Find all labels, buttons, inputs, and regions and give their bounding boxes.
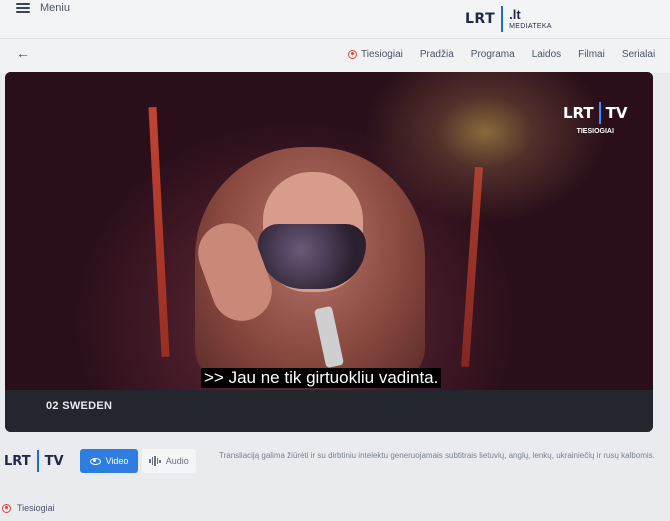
channel-logo: LRT TV TIESIOGIAI	[563, 102, 628, 135]
logo-sub: MEDIATEKA	[509, 23, 552, 30]
nav-item-filmai[interactable]: Filmai	[578, 49, 605, 60]
live-dot-icon	[348, 49, 357, 59]
stage-light	[461, 166, 483, 368]
arrow-left-icon[interactable]: ←	[16, 45, 30, 61]
nav-label: Tiesiogiai	[361, 49, 403, 60]
player-info-bar: 02 SWEDEN	[5, 390, 653, 432]
menu-label: Meniu	[40, 2, 70, 14]
site-logo[interactable]: LRT .lt MEDIATEKA	[465, 6, 552, 32]
logo-divider	[501, 6, 504, 32]
audio-button[interactable]: Audio	[142, 449, 196, 473]
video-button-label: Video	[105, 456, 129, 466]
footer-logo-divider	[36, 450, 39, 472]
nav-item-tiesiogiai[interactable]: Tiesiogiai	[348, 49, 403, 60]
hamburger-icon	[16, 3, 30, 13]
main-nav: Tiesiogiai Pradžia Programa Laidos Filma…	[348, 49, 655, 60]
footer-logo-tv: TV	[44, 453, 64, 469]
eye-icon	[89, 457, 101, 465]
channel-logo-divider	[598, 102, 601, 124]
video-button[interactable]: Video	[80, 449, 138, 473]
program-title: 02 SWEDEN	[46, 400, 113, 412]
subtitle-note: Transliaciją galima žiūrėti ir su dirbti…	[219, 451, 655, 460]
channel-logo-lrt: LRT	[563, 104, 594, 122]
footer-logo-lrt: LRT	[4, 453, 31, 469]
footer-live-label: Tiesiogiai	[17, 503, 55, 513]
channel-tv-logo: LRT TV	[4, 450, 64, 472]
logo-mediateka: .lt MEDIATEKA	[509, 8, 552, 30]
logo-lrt: LRT	[465, 11, 496, 27]
nav-item-pradzia[interactable]: Pradžia	[420, 49, 454, 60]
stage-light	[148, 106, 170, 358]
video-frame[interactable]: LRT TV TIESIOGIAI >> Jau ne tik girtuokl…	[5, 72, 653, 390]
live-dot-icon	[2, 503, 11, 513]
nav-item-programa[interactable]: Programa	[471, 49, 515, 60]
channel-logo-tv: TV	[605, 104, 628, 122]
footer-live-link[interactable]: Tiesiogiai	[2, 503, 55, 513]
menu-button[interactable]: Meniu	[16, 2, 70, 14]
nav-item-laidos[interactable]: Laidos	[532, 49, 561, 60]
nav-item-serialai[interactable]: Serialai	[622, 49, 655, 60]
channel-live-label: TIESIOGIAI	[576, 128, 614, 135]
top-bar: Meniu LRT .lt MEDIATEKA	[0, 0, 670, 38]
video-player[interactable]: LRT TV TIESIOGIAI >> Jau ne tik girtuokl…	[5, 72, 653, 432]
waveform-icon	[149, 456, 161, 466]
audio-button-label: Audio	[165, 456, 189, 466]
logo-domain: .lt	[509, 7, 521, 22]
nav-row: ← Tiesiogiai Pradžia Programa Laidos Fil…	[0, 38, 670, 73]
subtitle-caption: >> Jau ne tik girtuokliu vadinta.	[201, 368, 442, 388]
